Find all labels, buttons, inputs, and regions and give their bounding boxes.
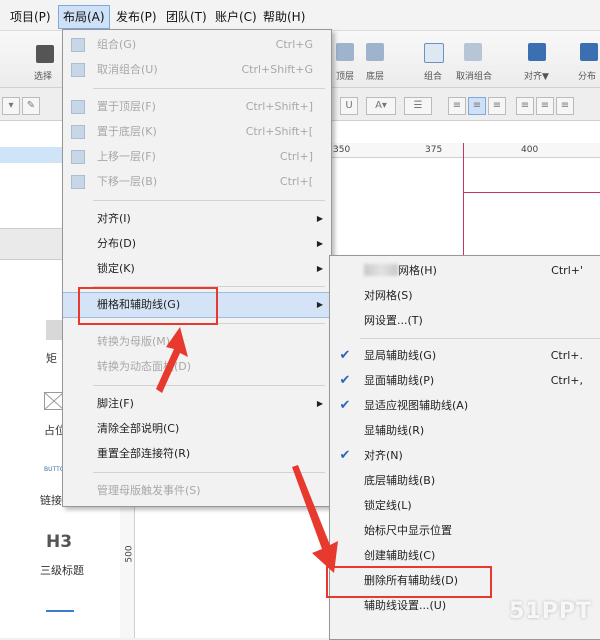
submenu-item-show-print-guides[interactable]: 显辅助线(R) bbox=[330, 419, 600, 443]
menu-publish[interactable]: 发布(P) bbox=[112, 6, 161, 28]
hotspot-widget-icon[interactable] bbox=[46, 610, 74, 612]
submenu-item-show-position-in-ruler[interactable]: 始标尺中显示位置 bbox=[330, 519, 600, 543]
submenu-arrow-icon: ▶ bbox=[316, 399, 323, 408]
group-icon[interactable] bbox=[424, 43, 444, 63]
style-dropdown-icon[interactable]: ▾ bbox=[2, 97, 20, 115]
submenu-item-show-grid[interactable]: 网格(H) Ctrl+' bbox=[330, 259, 600, 283]
menu-item-convert-to-master[interactable]: 转换为母版(M) bbox=[63, 330, 331, 354]
menu-item-group[interactable]: 组合(G) Ctrl+G bbox=[63, 33, 331, 57]
ruler-mark: 400 bbox=[521, 145, 539, 155]
submenu-item-show-adaptive-guides[interactable]: ✔ 显适应视图辅助线(A) bbox=[330, 394, 600, 418]
align-label: 对齐▼ bbox=[524, 72, 549, 82]
submenu-arrow-icon: ▶ bbox=[316, 214, 323, 223]
red-arrow-down-icon bbox=[292, 465, 338, 573]
highlight-box-delete-guides bbox=[326, 566, 492, 598]
ungroup-icon bbox=[71, 63, 85, 77]
menu-separator bbox=[93, 385, 325, 386]
submenu-arrow-icon: ▶ bbox=[316, 264, 323, 273]
menu-help[interactable]: 帮助(H) bbox=[259, 6, 309, 28]
menu-separator bbox=[93, 200, 325, 201]
menu-project[interactable]: 项目(P) bbox=[6, 6, 55, 28]
menubar: 项目(P) 布局(A) 发布(P) 团队(T) 账户(C) 帮助(H) bbox=[0, 0, 600, 31]
horizontal-guide-line[interactable] bbox=[463, 192, 600, 193]
rectangle-widget-label: 矩 bbox=[46, 352, 57, 365]
red-arrow-up-icon bbox=[156, 327, 188, 393]
menu-item-bring-forward[interactable]: 上移一层(F) Ctrl+] bbox=[63, 145, 331, 169]
ungroup-label: 取消组合 bbox=[456, 72, 493, 82]
bullets-icon[interactable]: ☰ bbox=[404, 97, 432, 115]
submenu-item-show-global-guides[interactable]: ✔ 显局辅助线(G) Ctrl+. bbox=[330, 344, 600, 368]
select-label: 选择 bbox=[34, 72, 53, 82]
submenu-item-snap-to-guides[interactable]: ✔ 对齐(N) bbox=[330, 444, 600, 468]
menu-item-convert-to-dynamic-panel[interactable]: 转换为动态面板(D) bbox=[63, 355, 331, 379]
submenu-item-grid-settings[interactable]: 网设置...(T) bbox=[330, 309, 600, 333]
menu-item-align[interactable]: 对齐(I) ▶ bbox=[63, 207, 331, 231]
menu-item-send-backward[interactable]: 下移一层(B) Ctrl+[ bbox=[63, 170, 331, 194]
align-right-icon[interactable]: ≡ bbox=[488, 97, 506, 115]
valign-bottom-icon[interactable]: ≡ bbox=[556, 97, 574, 115]
send-to-back-label: 底层 bbox=[366, 72, 385, 82]
submenu-item-show-page-guides[interactable]: ✔ 显面辅助线(P) Ctrl+, bbox=[330, 369, 600, 393]
menu-item-footnote[interactable]: 脚注(F) ▶ bbox=[63, 392, 331, 416]
bring-to-front-icon bbox=[71, 100, 85, 114]
checkmark-icon: ✔ bbox=[339, 348, 351, 363]
menu-item-lock[interactable]: 锁定(K) ▶ bbox=[63, 257, 331, 281]
distribute-label: 分布 bbox=[578, 72, 597, 82]
highlight-box-grid-guides bbox=[78, 287, 218, 325]
checkmark-icon: ✔ bbox=[339, 398, 351, 413]
menu-account[interactable]: 账户(C) bbox=[211, 6, 261, 28]
menu-separator bbox=[93, 88, 325, 89]
menu-item-reset-connectors[interactable]: 重置全部连接符(R) bbox=[63, 442, 331, 466]
h3-widget-icon[interactable]: H3 bbox=[46, 532, 72, 552]
send-to-back-icon[interactable] bbox=[366, 43, 384, 61]
align-left-icon[interactable]: ≡ bbox=[448, 97, 466, 115]
group-icon bbox=[71, 38, 85, 52]
format-painter-icon[interactable]: ✎ bbox=[22, 97, 40, 115]
h3-widget-label: 三级标题 bbox=[40, 564, 84, 577]
submenu-item-guides-to-back[interactable]: 底层辅助线(B) bbox=[330, 469, 600, 493]
menu-item-ungroup[interactable]: 取消组合(U) Ctrl+Shift+G bbox=[63, 58, 331, 82]
align-center-icon[interactable]: ≡ bbox=[468, 97, 486, 115]
select-pointer-icon[interactable] bbox=[36, 45, 54, 63]
send-backward-icon bbox=[71, 175, 85, 189]
menu-item-send-to-back[interactable]: 置于底层(K) Ctrl+Shift+[ bbox=[63, 120, 331, 144]
distribute-icon[interactable] bbox=[580, 43, 598, 61]
redacted-text bbox=[364, 264, 398, 276]
bring-to-front-label: 顶层 bbox=[336, 72, 355, 82]
placeholder-widget-icon[interactable] bbox=[44, 392, 64, 410]
submenu-arrow-icon: ▶ bbox=[316, 239, 323, 248]
rectangle-widget-icon[interactable] bbox=[46, 320, 62, 340]
valign-top-icon[interactable]: ≡ bbox=[516, 97, 534, 115]
menu-item-clear-notes[interactable]: 清除全部说明(C) bbox=[63, 417, 331, 441]
bring-to-front-icon[interactable] bbox=[336, 43, 354, 61]
valign-middle-icon[interactable]: ≡ bbox=[536, 97, 554, 115]
submenu-item-lock-guides[interactable]: 锁定线(L) bbox=[330, 494, 600, 518]
underline-icon[interactable]: U bbox=[340, 97, 358, 115]
group-label: 组合 bbox=[424, 72, 443, 82]
checkmark-icon: ✔ bbox=[339, 373, 351, 388]
menu-separator bbox=[360, 338, 600, 339]
submenu-item-snap-to-grid[interactable]: 对网格(S) bbox=[330, 284, 600, 308]
submenu-arrow-icon: ▶ bbox=[316, 300, 323, 309]
menu-item-distribute[interactable]: 分布(D) ▶ bbox=[63, 232, 331, 256]
menu-team[interactable]: 团队(T) bbox=[162, 6, 211, 28]
ruler-mark: 500 bbox=[124, 545, 135, 563]
ungroup-icon[interactable] bbox=[464, 43, 482, 61]
link-widget-label: 链接 bbox=[40, 494, 62, 507]
font-color-icon[interactable]: A▾ bbox=[366, 97, 396, 115]
submenu-item-create-guides[interactable]: 创建辅助线(C) bbox=[330, 544, 600, 568]
ruler-mark: 375 bbox=[425, 145, 443, 155]
layout-menu: 组合(G) Ctrl+G 取消组合(U) Ctrl+Shift+G 置于顶层(F) C… bbox=[62, 29, 332, 507]
align-icon[interactable] bbox=[528, 43, 546, 61]
bring-forward-icon bbox=[71, 150, 85, 164]
ruler-mark: 350 bbox=[333, 145, 351, 155]
menu-layout[interactable]: 布局(A) bbox=[58, 5, 110, 29]
menu-item-bring-to-front[interactable]: 置于顶层(F) Ctrl+Shift+] bbox=[63, 95, 331, 119]
watermark-logo: 51PPT bbox=[509, 599, 592, 624]
send-to-back-icon bbox=[71, 125, 85, 139]
